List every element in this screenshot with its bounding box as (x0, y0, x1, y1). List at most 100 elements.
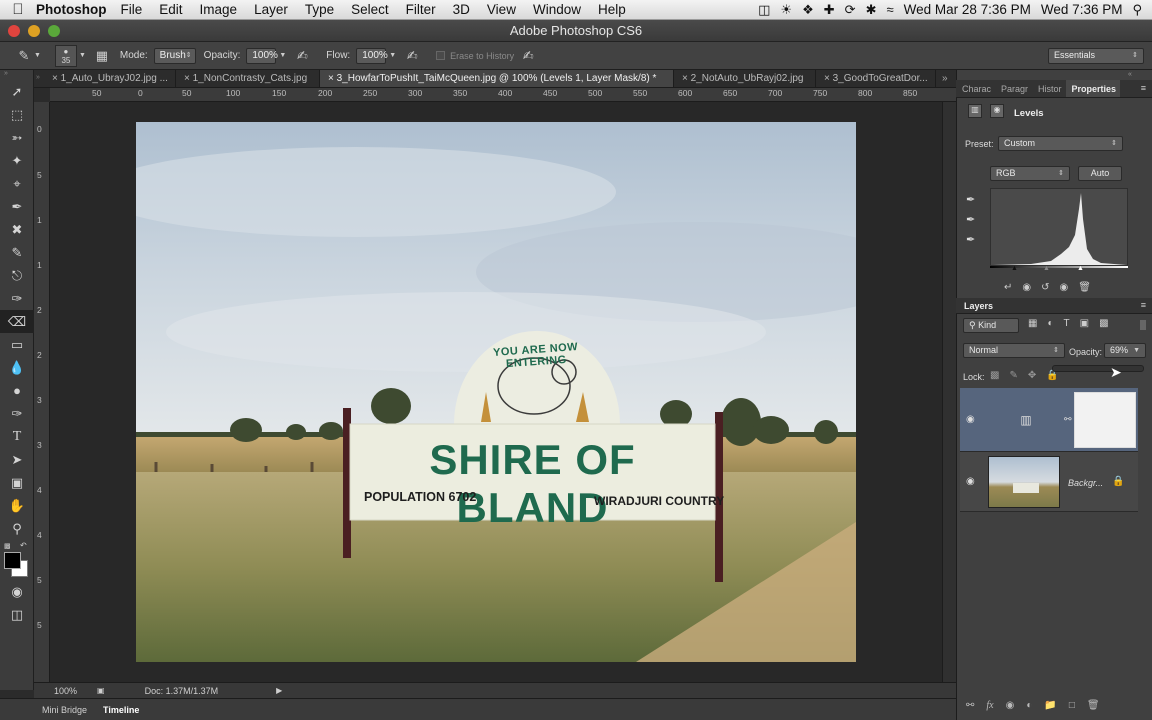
swap-colors-icon[interactable]: ↶ (20, 541, 27, 550)
airbrush-icon[interactable]: ✍ (402, 47, 422, 65)
filter-toggle[interactable] (1140, 320, 1146, 330)
gradient-tool-icon[interactable]: ▭ (0, 333, 34, 356)
quick-select-tool-icon[interactable]: ✦ (0, 149, 34, 172)
new-group-icon[interactable]: 📁 (1044, 700, 1056, 711)
brush-panel-icon[interactable]: ▦ (92, 47, 112, 65)
visibility-eye-icon[interactable]: ◉ (966, 414, 975, 425)
tab-paragraph[interactable]: Paragr (995, 80, 1032, 97)
default-colors-icon[interactable]: ▩ (4, 542, 11, 550)
tab-document-2[interactable]: × 1_NonContrasty_Cats.jpg (176, 70, 320, 87)
erase-history-checkbox[interactable] (436, 51, 446, 60)
visibility-eye-icon[interactable]: ◉ (966, 476, 975, 487)
preset-select[interactable]: Custom ⇕ (998, 136, 1123, 151)
stamp-tool-icon[interactable]: ⎋ (0, 264, 34, 287)
clock-time[interactable]: Wed 7:36 PM (1041, 2, 1123, 17)
filter-adjustment-icon[interactable]: ◐ (1047, 318, 1053, 329)
collapse-icon[interactable]: » (34, 70, 44, 87)
wifi-icon[interactable]: ≈ (886, 2, 893, 17)
menu-filter[interactable]: Filter (406, 2, 436, 17)
layer-opacity-input[interactable]: 69% ▼ (1104, 343, 1146, 358)
layers-panel-title[interactable]: Layers (964, 301, 993, 311)
lock-pixels-icon[interactable]: ✎ (1009, 370, 1017, 381)
brush-tool-icon[interactable]: ✎ (0, 241, 34, 264)
white-point-eyedropper-icon[interactable]: ✒ (966, 230, 975, 250)
close-icon[interactable]: × (52, 73, 58, 84)
menu-type[interactable]: Type (305, 2, 334, 17)
chevron-down-icon[interactable]: ▼ (34, 52, 41, 59)
link-layers-icon[interactable]: ⚯ (966, 700, 974, 711)
black-point-eyedropper-icon[interactable]: ✒ (966, 190, 975, 210)
canvas-vertical-scrollbar[interactable] (942, 102, 956, 682)
minimize-window-button[interactable] (28, 25, 40, 37)
crop-tool-icon[interactable]: ⌖ (0, 172, 34, 195)
lasso-tool-icon[interactable]: ➳ (0, 126, 34, 149)
menu-edit[interactable]: Edit (159, 2, 182, 17)
horizontal-ruler[interactable]: 50 0 50 100 150 200 250 300 350 400 450 … (50, 88, 956, 102)
flow-input[interactable]: 100% (356, 47, 388, 64)
clock-date[interactable]: Wed Mar 28 7:36 PM (904, 2, 1031, 17)
lock-position-icon[interactable]: ✥ (1028, 370, 1036, 381)
foreground-color-swatch[interactable] (4, 552, 21, 569)
shape-tool-icon[interactable]: ▣ (0, 471, 34, 494)
quick-mask-icon[interactable]: ◉ (0, 580, 34, 603)
healing-tool-icon[interactable]: ✖ (0, 218, 34, 241)
type-tool-icon[interactable]: T (0, 425, 34, 448)
app-menu[interactable]: Photoshop (36, 2, 107, 17)
reset-icon[interactable]: ↺ (1041, 282, 1049, 293)
zoom-window-button[interactable] (48, 25, 60, 37)
gray-input-slider[interactable]: ▲ (1043, 265, 1050, 272)
hand-tool-icon[interactable]: ✋ (0, 494, 34, 517)
layer-mask-thumbnail[interactable] (1074, 392, 1136, 448)
dodge-tool-icon[interactable]: ● (0, 379, 34, 402)
mask-icon[interactable]: ◉ (990, 104, 1004, 118)
levels-histogram[interactable] (990, 188, 1128, 266)
menu-select[interactable]: Select (351, 2, 389, 17)
blur-tool-icon[interactable]: 💧 (0, 356, 34, 379)
vertical-ruler[interactable]: 0 5 1 1 2 2 3 3 4 4 5 5 (34, 102, 50, 682)
clip-to-layer-icon[interactable]: ↵ (1004, 282, 1012, 293)
delete-icon[interactable]: 🗑 (1078, 282, 1091, 293)
tab-document-4[interactable]: × 2_NotAuto_UbRayj02.jpg (674, 70, 816, 87)
white-input-slider[interactable]: ▲ (1077, 265, 1084, 272)
layer-style-icon[interactable]: fx (986, 700, 993, 711)
chevron-down-icon[interactable]: ▼ (79, 52, 86, 59)
view-previous-icon[interactable]: ◉ (1022, 282, 1031, 293)
spotlight-icon[interactable]: ⚲ (1132, 2, 1142, 18)
eraser-tool-icon[interactable]: ⌫ (0, 310, 34, 333)
pressure-size-icon[interactable]: ✍ (518, 47, 538, 65)
link-icon[interactable]: ⚯ (1064, 414, 1072, 425)
path-select-tool-icon[interactable]: ➤ (0, 448, 34, 471)
menu-help[interactable]: Help (598, 2, 626, 17)
channel-select[interactable]: RGB ⇕ (990, 166, 1070, 181)
tab-document-active[interactable]: × 3_HowfarToPushIt_TaiMcQueen.jpg @ 100%… (320, 70, 674, 87)
layer-row-background[interactable]: ◉ Backgr... 🔒 (960, 452, 1138, 512)
document-canvas-photo[interactable]: YOU ARE NOW ENTERING SHIRE OF BLAND POPU… (136, 122, 856, 662)
tab-character[interactable]: Charac (956, 80, 995, 97)
apple-icon[interactable]:  (0, 1, 36, 18)
tab-mini-bridge[interactable]: Mini Bridge (34, 705, 95, 715)
pen-tool-icon[interactable]: ✑ (0, 402, 34, 425)
brush-size-picker[interactable]: ● 35 (54, 44, 77, 67)
panel-menu-icon[interactable]: ≡ (1141, 300, 1146, 310)
lock-transparency-icon[interactable]: ▩ (990, 370, 999, 381)
dropbox-icon[interactable]: ❖ (802, 2, 814, 18)
close-icon[interactable]: × (184, 73, 190, 84)
auto-button[interactable]: Auto (1078, 166, 1122, 181)
screen-mode-icon[interactable]: ◫ (0, 603, 34, 626)
tab-document-5[interactable]: × 3_GoodToGreatDor... (816, 70, 936, 87)
delete-layer-icon[interactable]: 🗑 (1087, 700, 1100, 711)
menu-3d[interactable]: 3D (453, 2, 470, 17)
close-icon[interactable]: × (328, 73, 334, 84)
adjustment-layer-icon[interactable]: ◐ (1026, 700, 1032, 711)
close-window-button[interactable] (8, 25, 20, 37)
opacity-input[interactable]: 100% (246, 47, 278, 64)
close-icon[interactable]: × (682, 73, 688, 84)
zoom-level[interactable]: 100% (54, 686, 77, 696)
collapse-icon[interactable]: » (0, 70, 33, 80)
eyedropper-tool-icon[interactable]: ✒ (0, 195, 34, 218)
menu-view[interactable]: View (487, 2, 516, 17)
chevron-down-icon[interactable]: ▼ (279, 52, 286, 59)
menu-image[interactable]: Image (200, 2, 238, 17)
tab-properties[interactable]: Properties (1065, 80, 1121, 97)
filter-pixel-icon[interactable]: ▦ (1028, 318, 1037, 329)
